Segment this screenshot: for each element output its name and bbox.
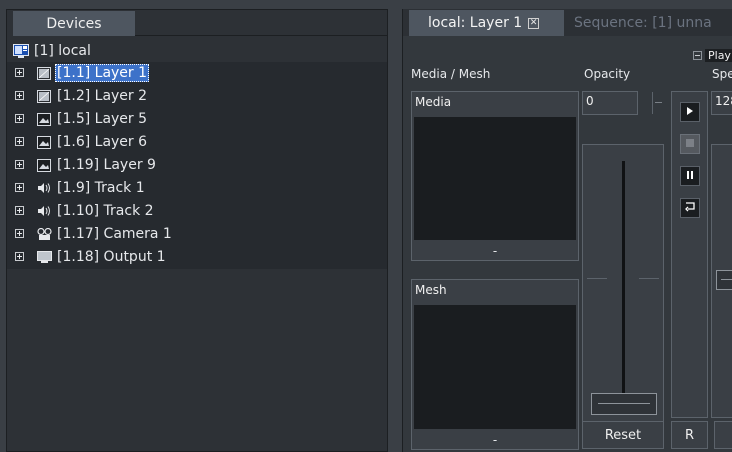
- device-tree: [1] local [1.1] Layer 1 [1.2] Layer 2 [1.5…: [7, 39, 387, 269]
- opacity-input[interactable]: 0: [582, 91, 638, 115]
- play-icon: [686, 104, 694, 120]
- collapse-icon: [693, 50, 702, 60]
- speed-header: Spe: [712, 67, 732, 81]
- opacity-spinner[interactable]: [652, 92, 664, 114]
- r-button-label: R: [684, 427, 695, 443]
- opacity-header: Opacity: [584, 67, 631, 81]
- opacity-thumb[interactable]: [591, 393, 657, 415]
- devices-tab[interactable]: Devices: [13, 11, 135, 36]
- tree-root-local[interactable]: [1] local: [7, 39, 387, 62]
- pause-icon: [686, 168, 694, 184]
- media-slot-title: Media: [415, 95, 452, 109]
- tree-item-label: [1.17] Camera 1: [57, 226, 172, 242]
- speaker-icon: [36, 204, 52, 218]
- media-slot-footer: -: [492, 244, 498, 258]
- tree-item-label: [1.18] Output 1: [57, 249, 166, 265]
- expand-icon[interactable]: [15, 160, 24, 169]
- speed-slider[interactable]: [711, 144, 732, 418]
- expand-icon[interactable]: [15, 229, 24, 238]
- picture-icon: [36, 112, 52, 126]
- devices-panel: Devices [1] local [1.1] Layer 1 [1.2] Lay…: [6, 9, 388, 452]
- stop-button[interactable]: [680, 134, 700, 154]
- media-slot[interactable]: Media -: [411, 91, 579, 261]
- expand-icon[interactable]: [15, 252, 24, 261]
- picture-icon: [36, 158, 52, 172]
- expand-icon[interactable]: [15, 137, 24, 146]
- monitor-icon: [36, 250, 52, 264]
- opacity-groove: [622, 161, 625, 393]
- opacity-slider[interactable]: [582, 144, 664, 430]
- tree-item-label: [1.9] Track 1: [57, 180, 145, 196]
- slider-tick: [587, 278, 607, 279]
- play-button[interactable]: [680, 102, 700, 122]
- close-icon[interactable]: ✕: [528, 17, 540, 29]
- layer-tabstrip: local: Layer 1 ✕ Sequence: [1] unna: [403, 9, 732, 36]
- playback-section-toggle[interactable]: Playba: [693, 47, 732, 63]
- tree-root-label: [1] local: [34, 42, 91, 59]
- speed-bottom-button[interactable]: [714, 421, 732, 449]
- tree-items: [1.1] Layer 1 [1.2] Layer 2 [1.5] Layer 5 […: [7, 62, 387, 269]
- tab-sequence[interactable]: Sequence: [1] unna: [574, 10, 732, 36]
- computer-icon: [13, 43, 29, 58]
- camera-icon: [36, 227, 52, 241]
- tree-item[interactable]: [1.19] Layer 9: [7, 154, 387, 177]
- tree-item-label: [1.1] Layer 1: [55, 64, 150, 82]
- devices-tab-label: Devices: [46, 15, 102, 32]
- reset-button[interactable]: Reset: [582, 421, 664, 449]
- mesh-slot-footer: -: [492, 433, 498, 447]
- media-mesh-header: Media / Mesh: [411, 67, 491, 81]
- tree-item-label: [1.10] Track 2: [57, 203, 154, 219]
- reset-button-label: Reset: [604, 427, 642, 443]
- speaker-icon: [36, 181, 52, 195]
- mesh-slot[interactable]: Mesh -: [411, 279, 579, 450]
- transport-controls: [671, 91, 708, 418]
- mesh-slot-title: Mesh: [415, 283, 447, 297]
- tree-item[interactable]: [1.17] Camera 1: [7, 223, 387, 246]
- tab-divider: [135, 35, 387, 36]
- tab-layer-1[interactable]: local: Layer 1 ✕: [409, 10, 564, 36]
- tree-item-label: [1.5] Layer 5: [57, 111, 148, 127]
- layer-panel: local: Layer 1 ✕ Sequence: [1] unna Play…: [402, 9, 732, 452]
- tab-layer-1-label: local: Layer 1: [428, 15, 523, 31]
- tree-item-label: [1.6] Layer 6: [57, 134, 148, 150]
- expand-icon[interactable]: [15, 91, 24, 100]
- playback-label: Playba: [705, 48, 732, 62]
- loop-button[interactable]: [680, 198, 700, 218]
- layer-icon: [36, 66, 52, 80]
- picture-icon: [36, 135, 52, 149]
- expand-icon[interactable]: [15, 114, 24, 123]
- tree-item[interactable]: [1.18] Output 1: [7, 246, 387, 269]
- tree-item[interactable]: [1.6] Layer 6: [7, 131, 387, 154]
- media-preview: [414, 117, 576, 240]
- tree-item[interactable]: [1.10] Track 2: [7, 200, 387, 223]
- layer-icon: [36, 89, 52, 103]
- tree-item[interactable]: [1.5] Layer 5: [7, 108, 387, 131]
- loop-icon: [684, 200, 696, 216]
- stop-icon: [685, 136, 695, 152]
- slider-tick: [639, 278, 659, 279]
- tree-item-label: [1.2] Layer 2: [57, 88, 148, 104]
- tree-item-label: [1.19] Layer 9: [57, 157, 156, 173]
- pause-button[interactable]: [680, 166, 700, 186]
- tree-item[interactable]: [1.1] Layer 1: [7, 62, 387, 85]
- expand-icon[interactable]: [15, 183, 24, 192]
- speed-input[interactable]: 128: [711, 91, 732, 115]
- tab-sequence-label: Sequence: [1] unna: [574, 15, 712, 31]
- expand-icon[interactable]: [15, 68, 24, 77]
- expand-icon[interactable]: [15, 206, 24, 215]
- mesh-preview: [414, 305, 576, 429]
- r-button[interactable]: R: [671, 421, 708, 449]
- tree-item[interactable]: [1.9] Track 1: [7, 177, 387, 200]
- speed-thumb[interactable]: [716, 270, 732, 290]
- tree-item[interactable]: [1.2] Layer 2: [7, 85, 387, 108]
